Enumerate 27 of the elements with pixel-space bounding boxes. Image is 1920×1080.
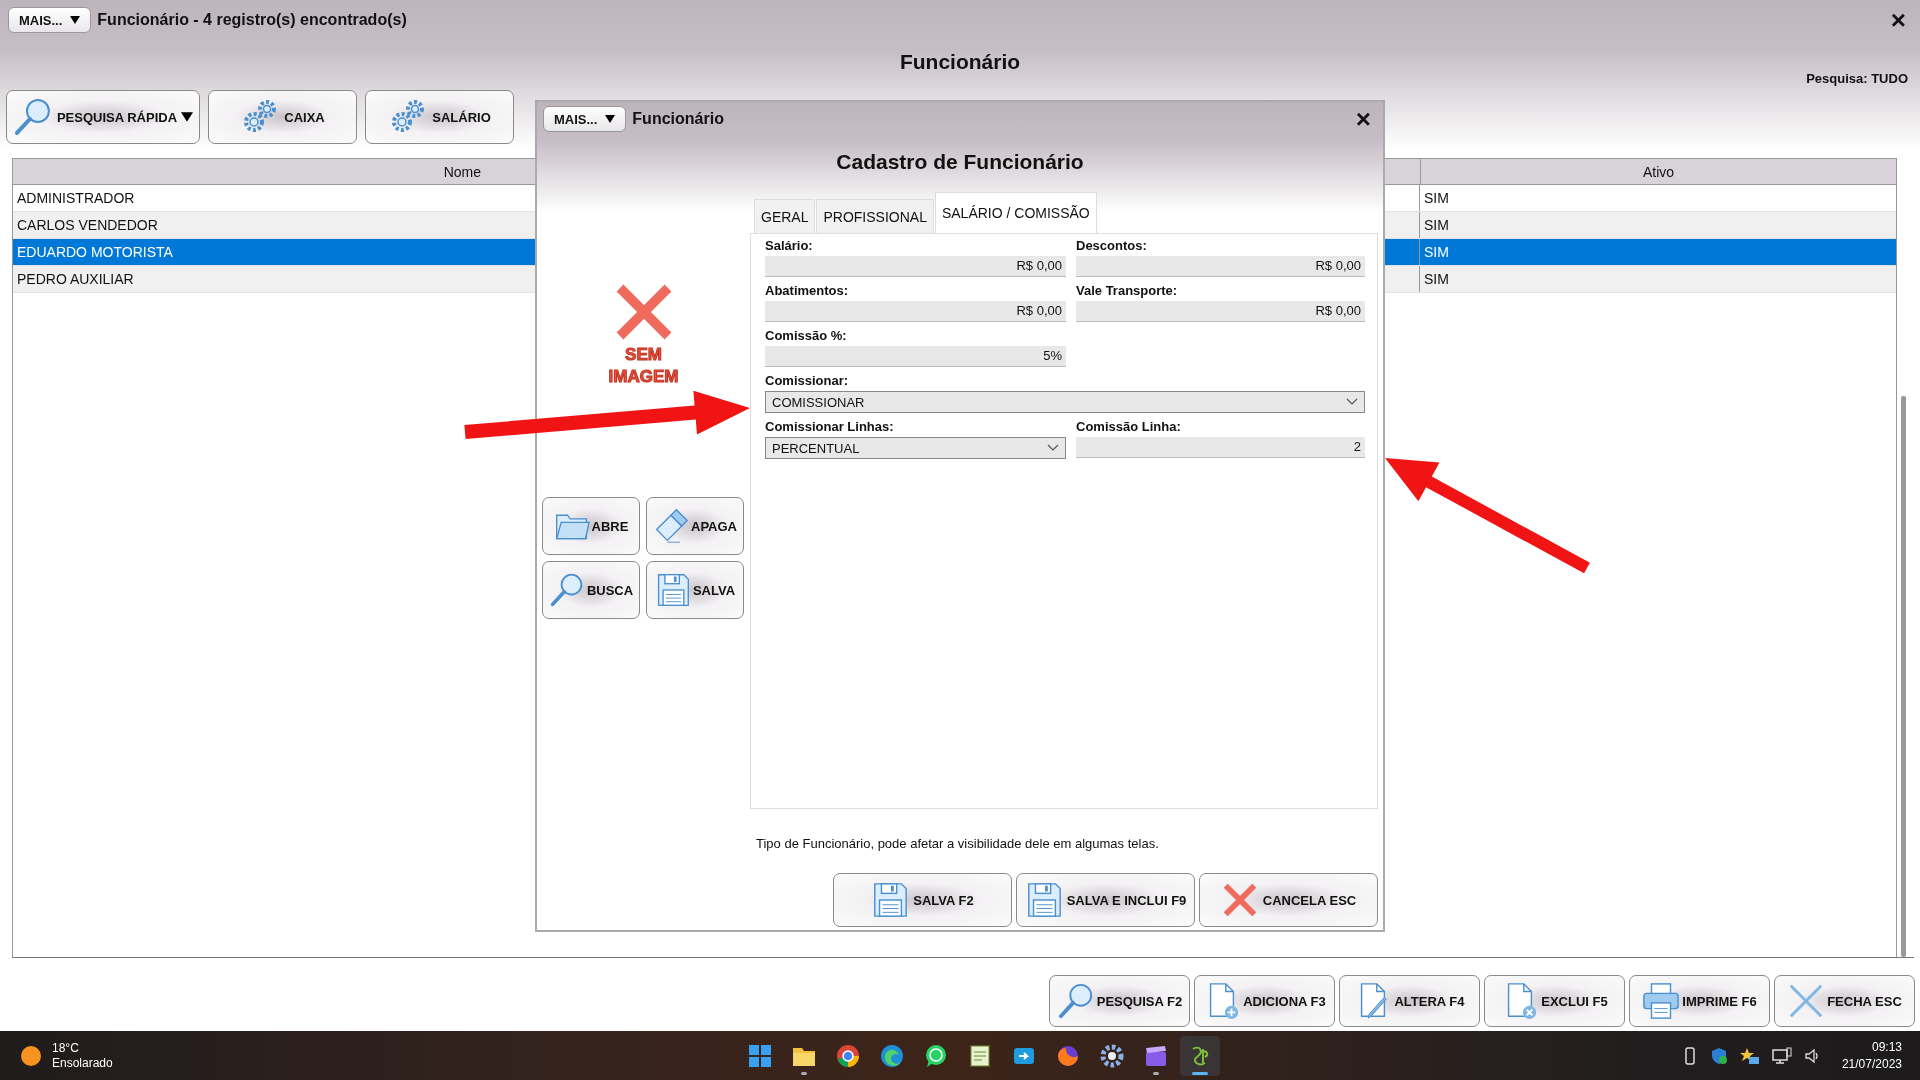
dialog-title: Funcionário (632, 110, 725, 128)
table-cell: EDUARDO MOTORISTA (17, 244, 173, 260)
window-title: Funcionário - 4 registro(s) encontrado(s) (97, 11, 408, 29)
field-label: Comissão %: (765, 328, 848, 344)
temperature: 18°C (52, 1040, 80, 1056)
field-label: Descontos: (1076, 238, 1148, 254)
no-image-label: SEM IMAGEM (607, 344, 680, 388)
field-label: Comissão Linha: (1076, 419, 1182, 435)
date: 21/07/2023 (1841, 1055, 1902, 1073)
table-cell: CARLOS VENDEDOR (17, 217, 158, 233)
table-cell: SIM (1424, 271, 1449, 287)
weather-condition: Ensolarado (52, 1055, 113, 1071)
table-cell: SIM (1424, 244, 1449, 260)
table-cell: SIM (1424, 190, 1449, 206)
field-label: Vale Transporte: (1076, 283, 1179, 299)
field-label: Salário: (765, 238, 814, 254)
hint-text: Tipo de Funcionário, pode afetar a visibilidade dele em algumas telas. (756, 836, 1160, 851)
search-scope: Pesquisa: TUDO (1806, 71, 1908, 86)
table-cell: SIM (1424, 217, 1449, 233)
field-label: Comissionar Linhas: (765, 419, 895, 435)
table-cell: ADMINISTRADOR (17, 190, 135, 206)
time: 09:13 (1871, 1038, 1902, 1056)
field-label: Abatimentos: (765, 283, 850, 299)
dialog-heading: Cadastro de Funcionário (835, 150, 1085, 174)
field-label: Comissionar: (765, 373, 850, 389)
page-heading: Funcionário (899, 50, 1021, 75)
table-cell: PEDRO AUXILIAR (17, 271, 134, 287)
